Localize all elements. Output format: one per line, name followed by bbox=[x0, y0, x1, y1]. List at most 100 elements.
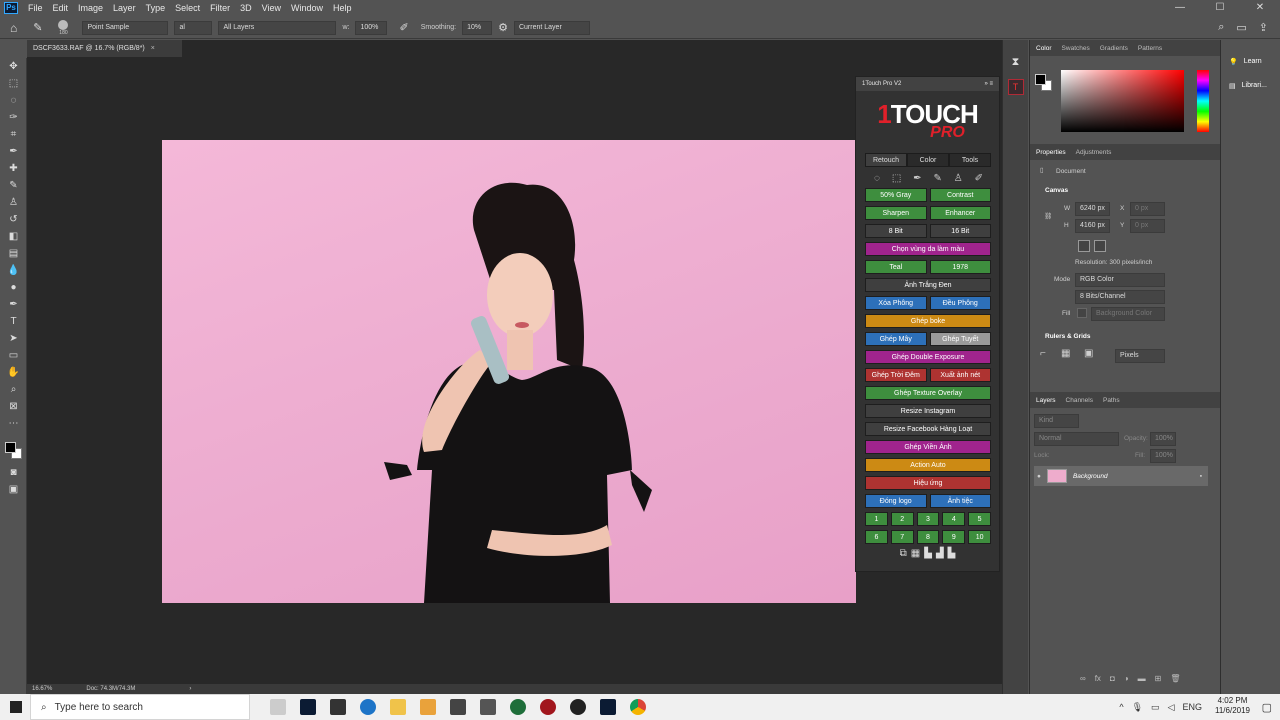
marquee-tool-icon[interactable]: ⬚ bbox=[0, 75, 27, 92]
blend-mode-select[interactable]: Normal bbox=[1034, 432, 1119, 446]
plugin-dock-icon[interactable]: T bbox=[1007, 79, 1024, 95]
settings-gear-icon[interactable]: ⚙ bbox=[498, 21, 508, 34]
clone-stamp-tool-icon[interactable]: ♙ bbox=[0, 194, 27, 211]
chrome-icon[interactable] bbox=[630, 699, 646, 715]
zoom-readout[interactable]: 16.67% bbox=[32, 686, 52, 692]
plugin-action-button[interactable]: 6 bbox=[865, 530, 888, 544]
plugin-action-button[interactable]: Ghép Tuyết bbox=[929, 332, 991, 346]
plugin-action-button[interactable]: 1978 bbox=[929, 260, 991, 274]
screen-mode-icon[interactable]: ▣ bbox=[0, 481, 27, 498]
notification-icon[interactable]: ▢ bbox=[1262, 701, 1272, 714]
eyedropper-tool-icon[interactable]: ✒ bbox=[0, 143, 27, 160]
menu-edit[interactable]: Edit bbox=[48, 3, 74, 13]
smoothing-field[interactable]: 10% bbox=[462, 20, 493, 35]
link-icon[interactable]: ⛓ bbox=[1044, 212, 1052, 220]
grid-icon[interactable]: ▦ bbox=[911, 548, 920, 559]
tab-properties[interactable]: Properties bbox=[1036, 149, 1066, 156]
tab-layers[interactable]: Layers bbox=[1036, 397, 1056, 404]
mode-select[interactable]: RGB Color bbox=[1075, 273, 1165, 287]
grid-toggle-icon[interactable]: ▦ bbox=[1061, 348, 1070, 359]
ruler-icon[interactable]: ⌐ bbox=[1040, 348, 1046, 359]
brush-preset-picker[interactable]: 180 bbox=[58, 19, 69, 36]
upwork-icon[interactable] bbox=[510, 699, 526, 715]
type-tool-icon[interactable]: T bbox=[0, 313, 27, 330]
crop-tool-icon[interactable]: ⌗ bbox=[0, 126, 27, 143]
close-button[interactable]: ✕ bbox=[1240, 0, 1280, 16]
plugin-action-button[interactable]: 7 bbox=[890, 530, 914, 544]
zoom-field[interactable]: 100% bbox=[355, 20, 388, 35]
pen-icon[interactable]: ✒ bbox=[913, 173, 921, 184]
plugin-action-button[interactable]: 4 bbox=[942, 512, 966, 526]
tab-tools[interactable]: Tools bbox=[949, 153, 991, 167]
plugin-action-button[interactable]: Ghép Trời Đêm bbox=[865, 368, 927, 382]
canvas-section-label[interactable]: Canvas bbox=[1045, 187, 1068, 194]
menu-type[interactable]: Type bbox=[141, 3, 171, 13]
copy-layers-icon[interactable]: ⧉ bbox=[900, 548, 907, 559]
plugin-action-button[interactable]: 16 Bit bbox=[929, 224, 991, 238]
file-explorer-icon[interactable] bbox=[390, 699, 406, 715]
layer-name[interactable]: Background bbox=[1073, 473, 1108, 480]
tab-color[interactable]: Color bbox=[907, 153, 949, 167]
volume-icon[interactable]: ◁ bbox=[1168, 702, 1175, 713]
red-app-icon[interactable] bbox=[540, 699, 556, 715]
plugin-action-button[interactable]: 1 bbox=[865, 512, 888, 526]
learn-item[interactable]: 💡 Learn bbox=[1221, 40, 1280, 66]
lasso-icon[interactable]: ◌ bbox=[874, 173, 880, 184]
width-field[interactable]: 6240 px bbox=[1075, 202, 1110, 216]
landscape-orientation-icon[interactable] bbox=[1094, 240, 1106, 252]
plugin-action-button[interactable]: Sharpen bbox=[865, 206, 927, 220]
path-select-tool-icon[interactable]: ➤ bbox=[0, 330, 27, 347]
minimize-button[interactable]: — bbox=[1160, 0, 1200, 16]
bars-icon[interactable]: ▙ bbox=[948, 548, 956, 559]
tray-chevron-icon[interactable]: ^ bbox=[1119, 702, 1123, 713]
blur-tool-icon[interactable]: 💧 bbox=[0, 262, 27, 279]
plugin-action-button[interactable]: Contrast bbox=[929, 188, 991, 202]
quick-mask-icon[interactable]: ◙ bbox=[0, 464, 27, 481]
search-icon[interactable]: ⌕ bbox=[1218, 21, 1224, 34]
network-icon[interactable]: ▭ bbox=[1151, 702, 1160, 713]
gradient-tool-icon[interactable]: ▤ bbox=[0, 245, 27, 262]
plugin-action-button[interactable]: Ảnh tiệc bbox=[929, 494, 991, 508]
tab-adjustments[interactable]: Adjustments bbox=[1076, 149, 1112, 156]
document-tab[interactable]: DSCF3633.RAF @ 16.7% (RGB/8*) × bbox=[27, 40, 182, 57]
tab-gradients[interactable]: Gradients bbox=[1100, 45, 1128, 52]
tab-color-panel[interactable]: Color bbox=[1036, 45, 1052, 52]
link-layers-icon[interactable]: ∞ bbox=[1080, 674, 1086, 683]
home-icon[interactable]: ⌂ bbox=[10, 21, 17, 35]
healing-brush-tool-icon[interactable]: ✚ bbox=[0, 160, 27, 177]
x-field[interactable]: 0 px bbox=[1130, 202, 1165, 216]
sample-suffix-field[interactable]: al bbox=[174, 20, 213, 35]
mask-icon[interactable]: ◘ bbox=[1110, 674, 1115, 683]
menu-filter[interactable]: Filter bbox=[205, 3, 235, 13]
windows-start-icon[interactable] bbox=[10, 701, 22, 713]
history-brush-tool-icon[interactable]: ↺ bbox=[0, 211, 27, 228]
taskbar-search[interactable]: ⌕ Type here to search bbox=[30, 694, 250, 720]
plugin-action-button[interactable]: Resize Facebook Hàng Loạt bbox=[865, 422, 991, 436]
fill-select[interactable]: Background Color bbox=[1091, 307, 1165, 321]
document-tab-close-icon[interactable]: × bbox=[151, 45, 155, 52]
photoshop-second-icon[interactable] bbox=[600, 699, 616, 715]
layer-row-background[interactable]: ● Background ▪ bbox=[1034, 466, 1208, 486]
color-picker-field[interactable] bbox=[1061, 70, 1184, 132]
more-tools-icon[interactable]: ⋯ bbox=[0, 415, 27, 432]
histogram-icon[interactable]: ▙ bbox=[924, 548, 932, 559]
sample-mode-select[interactable]: Point Sample bbox=[82, 20, 169, 35]
menu-image[interactable]: Image bbox=[73, 3, 108, 13]
workspace-icon[interactable]: ▭ bbox=[1236, 21, 1246, 34]
tab-retouch[interactable]: Retouch bbox=[865, 153, 907, 167]
hand-tool-icon[interactable]: ✋ bbox=[0, 364, 27, 381]
menu-view[interactable]: View bbox=[257, 3, 286, 13]
photoshop-taskbar-icon[interactable] bbox=[300, 699, 316, 715]
dodge-tool-icon[interactable]: ● bbox=[0, 279, 27, 296]
plugin-action-button[interactable]: Xóa Phông bbox=[865, 296, 927, 310]
frame-tool-icon[interactable]: ⊠ bbox=[0, 398, 27, 415]
obs-icon[interactable] bbox=[570, 699, 586, 715]
bolt-app-icon[interactable] bbox=[450, 699, 466, 715]
brush-tool-icon[interactable]: ✎ bbox=[0, 177, 27, 194]
zoom-tool-icon[interactable]: ⌕ bbox=[0, 381, 27, 398]
fg-color-chip[interactable] bbox=[1035, 74, 1046, 85]
taskbar-clock[interactable]: 4:02 PM 11/6/2019 bbox=[1215, 696, 1250, 716]
plugin-action-button[interactable]: 10 bbox=[968, 530, 991, 544]
libraries-item[interactable]: ▤ Librari... bbox=[1221, 66, 1280, 90]
image-canvas[interactable] bbox=[162, 140, 856, 603]
